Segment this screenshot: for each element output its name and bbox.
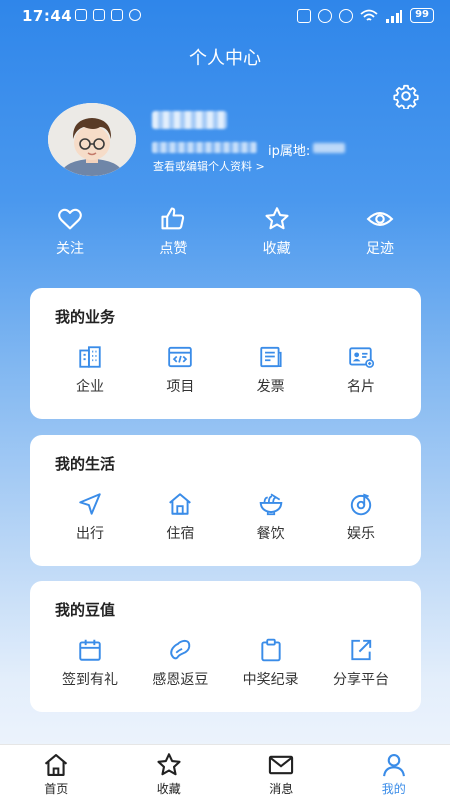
business-card: 我的业务 企业 项目 发票 名片 [30,288,421,419]
quick-action-label: 关注 [56,241,84,257]
quick-action-label: 足迹 [365,241,394,257]
item-label: 发票 [256,379,285,395]
star-icon [265,207,289,230]
username-redacted [152,111,227,129]
nfc-icon [297,8,312,23]
life-item-entertainment[interactable]: 娱乐 [316,491,406,543]
business-items: 企业 项目 发票 名片 [45,344,406,396]
tiktok-icon [93,9,105,21]
wifi-icon [360,9,378,21]
house-icon [169,493,192,515]
tab-label: 我的 [381,782,406,796]
item-label: 分享平台 [332,672,389,688]
thumbs-up-icon [161,207,185,230]
ip-location-label: ip属地: [268,144,311,159]
robot-icon [147,9,159,21]
user-id-redacted [152,142,257,153]
share-icon [351,639,372,661]
item-label: 出行 [76,526,104,542]
life-item-travel[interactable]: 出行 [45,491,135,543]
quick-action-label: 点赞 [159,241,188,257]
item-label: 娱乐 [346,526,375,542]
edit-profile-link[interactable]: 查看或编辑个人资料 > [153,158,265,174]
avatar[interactable] [48,103,136,176]
mute-icon [339,8,354,23]
quick-action-follow[interactable]: 关注 [40,205,100,258]
tab-favorites[interactable]: 收藏 [113,745,226,800]
life-card: 我的生活 出行 住宿 餐饮 娱乐 [30,435,421,566]
quick-action-likes[interactable]: 点赞 [143,205,203,258]
bottom-tab-bar: 首页 收藏 消息 我的 [0,744,450,800]
item-label: 签到有礼 [62,672,118,688]
music-disc-icon [350,493,372,516]
section-title: 我的生活 [55,455,116,473]
beans-item-share[interactable]: 分享平台 [316,637,406,689]
calendar-icon [79,639,101,661]
tab-label: 首页 [44,782,69,796]
mail-icon [269,755,294,775]
item-label: 住宿 [166,526,195,542]
user-icon [382,754,405,777]
business-item-project[interactable]: 项目 [135,344,225,396]
noodle-bowl-icon [259,493,282,516]
tab-home[interactable]: 首页 [0,745,113,800]
item-label: 餐饮 [256,526,285,542]
tab-profile[interactable]: 我的 [338,745,450,800]
business-item-card[interactable]: 名片 [316,344,406,396]
section-title: 我的豆值 [55,601,116,619]
heart-icon [58,208,82,230]
tab-label: 消息 [269,782,294,796]
status-bar: 17:44 99 [0,0,450,34]
beans-item-prizes[interactable]: 中奖纪录 [226,637,316,689]
beans-item-rebate[interactable]: 感恩返豆 [135,637,225,689]
business-card-icon [349,347,374,368]
system-icons: 99 [297,8,434,23]
tab-messages[interactable]: 消息 [225,745,338,800]
item-label: 项目 [166,379,195,395]
notification-icons [75,9,159,21]
life-items: 出行 住宿 餐饮 娱乐 [45,491,406,543]
item-label: 中奖纪录 [242,672,299,688]
navigation-icon [79,493,101,515]
item-label: 企业 [76,379,104,395]
alarm-icon [318,8,333,23]
beans-card: 我的豆值 签到有礼 感恩返豆 中奖纪录 分享平台 [30,581,421,712]
app-notification-icon [75,9,87,21]
life-item-dining[interactable]: 餐饮 [226,491,316,543]
quick-action-label: 收藏 [262,241,291,257]
page-title: 个人中心 [189,48,261,69]
tab-label: 收藏 [156,782,181,796]
status-time: 17:44 [22,7,73,25]
home-icon [45,754,68,776]
bean-icon [170,639,191,660]
beans-items: 签到有礼 感恩返豆 中奖纪录 分享平台 [45,637,406,689]
settings-gear-icon[interactable] [393,83,419,109]
quick-actions: 关注 点赞 收藏 足迹 [40,205,410,258]
item-label: 感恩返豆 [152,672,209,688]
browser-icon [111,9,123,21]
item-label: 名片 [346,379,375,395]
life-item-lodging[interactable]: 住宿 [135,491,225,543]
invoice-icon [259,346,282,368]
quick-action-history[interactable]: 足迹 [350,205,410,258]
signal-icon [386,9,403,23]
shield-icon [129,9,141,21]
battery-indicator: 99 [410,8,434,23]
business-item-invoice[interactable]: 发票 [226,344,316,396]
section-title: 我的业务 [55,308,116,326]
star-icon [157,753,181,776]
clipboard-icon [261,638,281,662]
ip-location-redacted [313,143,345,153]
eye-icon [366,212,394,226]
code-window-icon [168,346,193,368]
quick-action-favorites[interactable]: 收藏 [247,205,307,258]
business-item-company[interactable]: 企业 [45,344,135,396]
beans-item-checkin[interactable]: 签到有礼 [45,637,135,689]
building-icon [79,346,101,368]
